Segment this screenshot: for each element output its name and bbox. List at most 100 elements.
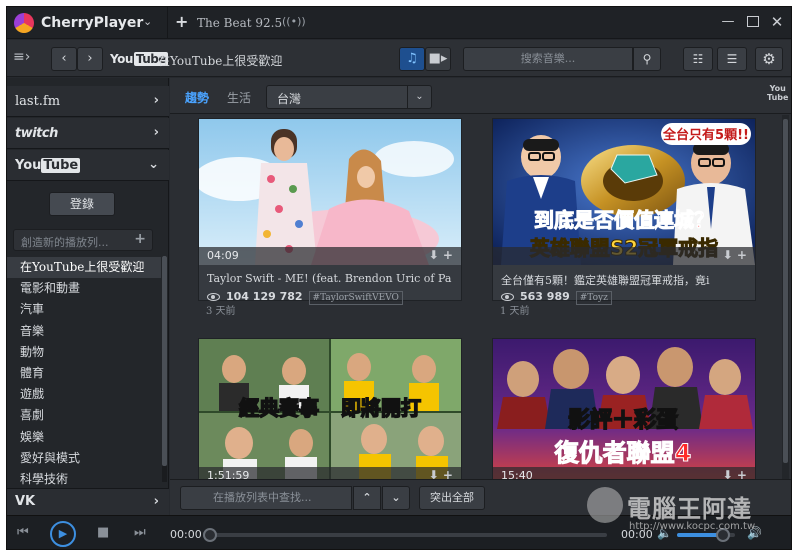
settings-button[interactable]: ⚙ [755, 47, 783, 71]
search-button[interactable]: ⚲ [633, 47, 661, 71]
video-card[interactable]: 全台只有5顆!! 到底是否價值連城？ 英雄聯盟S2冠軍戒指 ⬇ + 全台僅有5顆… [492, 118, 756, 305]
sidebar-item-science-tech[interactable]: 科學技術 [7, 469, 161, 490]
youtube-corner-logo-icon: You Tube [767, 84, 788, 102]
sidebar-scrollbar-thumb[interactable] [162, 256, 167, 466]
sidebar-item-music[interactable]: 音樂 [7, 321, 161, 342]
video-mode-button[interactable]: ■▸ [425, 47, 451, 71]
video-thumbnail[interactable]: 全台只有5顆!! 到底是否價值連城？ 英雄聯盟S2冠軍戒指 ⬇ + [493, 119, 755, 265]
new-playlist-input[interactable]: 創造新的播放列... + [13, 229, 153, 251]
list-view-button[interactable]: ☰ [717, 47, 747, 71]
sidebar-item-film-animation[interactable]: 電影和動畫 [7, 278, 161, 299]
minimize-button[interactable]: — [720, 14, 736, 30]
cherryplayer-window: CherryPlayer ⌄ + The Beat 92.5 ((•)) — ✕… [6, 6, 792, 550]
add-playlist-plus-icon[interactable]: + [134, 231, 146, 247]
next-track-button[interactable]: ⏭ [134, 525, 146, 540]
thumb-caption-2: 即將開打 [341, 396, 421, 420]
service-name: You Tube [15, 158, 81, 173]
time-current: 00:00 [170, 528, 202, 541]
next-icon: ⏭ [134, 525, 146, 540]
sidebar-item-animals[interactable]: 動物 [7, 342, 161, 363]
new-playlist-placeholder: 創造新的播放列... [21, 236, 109, 249]
main-content: 趨勢 生活 台灣 ⌄ You Tube 04:09 ⬇ + Taylor Swi… [170, 78, 791, 515]
new-tab-plus-icon[interactable]: + [175, 12, 188, 31]
download-add-icons[interactable]: ⬇ + [723, 468, 747, 479]
maximize-button[interactable] [745, 14, 761, 30]
search-icon: ⚲ [642, 52, 652, 66]
playlist-search-input[interactable]: 在播放列表中查找... [180, 486, 352, 510]
login-button[interactable]: 登錄 [49, 192, 115, 216]
grid-view-button[interactable]: ☷ [683, 47, 713, 71]
video-card[interactable]: 04:09 ⬇ + Taylor Swift - ME! (feat. Bren… [198, 118, 462, 305]
video-duration: 1:51:59 [207, 469, 250, 479]
thumb-caption-top: 全台只有5顆!! [662, 127, 749, 143]
volume-mute-icon[interactable]: 🔈 [657, 526, 672, 540]
sidebar-item-sports[interactable]: 體育 [7, 363, 161, 384]
sidebar-toggle-menu-icon[interactable]: ≡› [13, 49, 30, 65]
list-view-icon: ☰ [726, 52, 738, 66]
radio-tab[interactable]: The Beat 92.5 [197, 16, 282, 30]
seek-bar[interactable] [203, 528, 607, 542]
duration-bar: 04:09 ⬇ + [199, 247, 461, 265]
video-grid: 04:09 ⬇ + Taylor Swift - ME! (feat. Bren… [170, 115, 791, 479]
find-previous-button[interactable]: ⌃ [353, 486, 381, 510]
channel-tag[interactable]: #Toyz [575, 291, 612, 305]
channel-tag[interactable]: #TaylorSwiftVEVO [308, 291, 403, 305]
sidebar-item-entertainment[interactable]: 娛樂 [7, 427, 161, 448]
toolbar: ≡› ‹ › You Tube 在YouTube上很受歡迎 ♫ ■▸ 搜索音樂..… [7, 40, 791, 77]
music-note-icon: ♫ [406, 51, 418, 66]
video-title[interactable]: Taylor Swift - ME! (feat. Brendon Uric o… [207, 272, 453, 285]
thumbnail-art-avengers: 影評＋彩蛋 復仇者聯盟4 [493, 339, 755, 479]
video-meta: 104 129 782 #TaylorSwiftVEVO [207, 290, 403, 305]
thumb-caption-1: 到底是否價值連城？ [534, 208, 714, 232]
sidebar-item-comedy[interactable]: 喜劇 [7, 405, 161, 426]
gear-icon: ⚙ [762, 50, 776, 68]
download-add-icons[interactable]: ⬇ + [723, 248, 747, 262]
stop-button[interactable]: ■ [97, 525, 109, 540]
video-age: 1 天前 [500, 306, 530, 317]
sidebar-service-twitch[interactable]: twitch › [7, 118, 169, 149]
eye-icon [501, 293, 514, 301]
forward-button[interactable]: › [77, 47, 103, 71]
region-select[interactable]: 台灣 ⌄ [266, 85, 432, 109]
sidebar-item-hobbies[interactable]: 愛好與模式 [7, 448, 161, 469]
sidebar-service-youtube[interactable]: You Tube ⌄ [7, 150, 169, 181]
sidebar-service-lastfm[interactable]: last.fm › [7, 86, 169, 117]
video-duration: 15:40 [501, 469, 533, 479]
video-title[interactable]: 全台僅有5顆！鑑定英雄聯盟冠軍戒指，竟i [501, 272, 747, 288]
video-thumbnail[interactable]: 經典賽事 即將開打 1:51:59 ⬇ + [199, 339, 461, 479]
service-name: last.fm [15, 94, 61, 109]
volume-max-icon[interactable]: 🔊 [747, 526, 762, 540]
sidebar-service-vk[interactable]: VK › [7, 488, 169, 515]
music-mode-button[interactable]: ♫ [399, 47, 425, 71]
video-card[interactable]: 經典賽事 即將開打 1:51:59 ⬇ + [198, 338, 462, 479]
video-card[interactable]: 影評＋彩蛋 復仇者聯盟4 15:40 ⬇ + [492, 338, 756, 479]
time-total: 00:00 [621, 528, 653, 541]
find-next-button[interactable]: ⌄ [382, 486, 410, 510]
previous-track-button[interactable]: ⏮ [17, 525, 29, 540]
video-thumbnail[interactable]: 04:09 ⬇ + [199, 119, 461, 265]
content-scrollbar[interactable] [782, 115, 789, 479]
tab-life[interactable]: 生活 [227, 89, 251, 106]
play-button[interactable]: ▶ [50, 521, 76, 547]
play-icon: ▶ [58, 527, 68, 540]
eye-icon [207, 293, 220, 301]
tab-trending[interactable]: 趨勢 [185, 89, 209, 106]
download-add-icons[interactable]: ⬇ + [429, 248, 453, 262]
video-thumbnail[interactable]: 影評＋彩蛋 復仇者聯盟4 15:40 ⬇ + [493, 339, 755, 479]
sidebar-item-autos[interactable]: 汽車 [7, 299, 161, 320]
sidebar-scrollbar[interactable] [162, 256, 167, 482]
youtube-text: You [15, 158, 42, 173]
volume-slider[interactable] [677, 528, 735, 542]
highlight-all-button[interactable]: 突出全部 [419, 486, 485, 510]
download-add-icons[interactable]: ⬇ + [429, 468, 453, 479]
content-scrollbar-thumb[interactable] [783, 119, 788, 463]
close-button[interactable]: ✕ [769, 14, 785, 30]
sidebar-item-popular[interactable]: 在YouTube上很受歡迎 [7, 257, 161, 279]
back-button[interactable]: ‹ [51, 47, 77, 71]
video-age: 3 天前 [206, 306, 236, 317]
app-menu-chevron-icon[interactable]: ⌄ [143, 15, 152, 28]
sidebar-item-gaming[interactable]: 遊戲 [7, 384, 161, 405]
seek-handle[interactable] [203, 528, 217, 542]
volume-handle[interactable] [716, 528, 731, 542]
search-input[interactable]: 搜索音樂... [463, 47, 633, 71]
